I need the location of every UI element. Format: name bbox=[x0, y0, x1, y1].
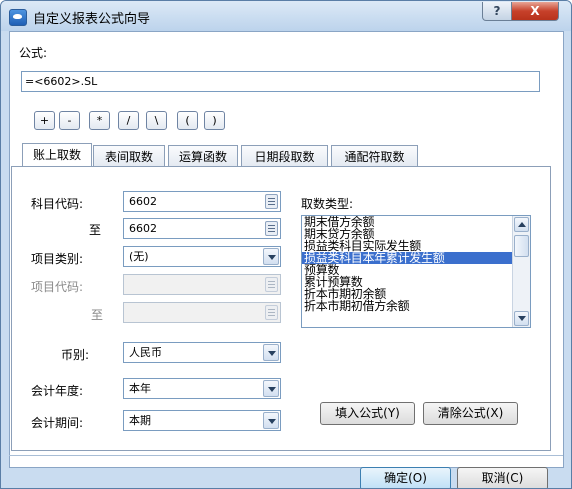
subject-code-lookup-icon[interactable] bbox=[265, 194, 278, 209]
subject-code-label: 科目代码: bbox=[31, 197, 84, 211]
subject-code-field[interactable]: 6602 bbox=[123, 191, 281, 212]
item-code-to-lookup-icon bbox=[265, 305, 278, 320]
fiscal-year-select[interactable]: 本年 bbox=[123, 378, 281, 399]
operator-plus-button[interactable]: + bbox=[34, 111, 55, 130]
operator-backslash-button[interactable]: \ bbox=[146, 111, 167, 130]
item-code-lookup-icon bbox=[265, 277, 278, 292]
formula-wizard-dialog: 自定义报表公式向导 ? X 公式: =<6602>.SL + - * / \ (… bbox=[0, 0, 572, 489]
scroll-up-icon[interactable] bbox=[514, 217, 529, 232]
subject-code-to-lookup-icon[interactable] bbox=[265, 221, 278, 236]
fetch-type-scrollbar[interactable] bbox=[512, 216, 530, 327]
tab-account-fetch[interactable]: 账上取数 bbox=[22, 143, 92, 168]
operator-close-paren-button[interactable]: ) bbox=[204, 111, 225, 130]
fiscal-year-value: 本年 bbox=[129, 382, 151, 395]
currency-value: 人民币 bbox=[129, 346, 162, 359]
chevron-down-icon[interactable] bbox=[263, 380, 279, 397]
tab-operation-functions[interactable]: 运算函数 bbox=[168, 145, 238, 167]
tab-inter-table-fetch[interactable]: 表间取数 bbox=[93, 145, 165, 167]
tab-wildcard-fetch[interactable]: 通配符取数 bbox=[331, 145, 418, 167]
item-code-field bbox=[123, 274, 281, 295]
fiscal-year-label: 会计年度: bbox=[31, 384, 84, 398]
clear-formula-button[interactable]: 清除公式(X) bbox=[423, 402, 518, 425]
footer-divider bbox=[9, 455, 563, 456]
scroll-down-icon[interactable] bbox=[514, 311, 529, 326]
currency-select[interactable]: 人民币 bbox=[123, 342, 281, 363]
app-icon bbox=[9, 9, 27, 26]
fill-formula-button[interactable]: 填入公式(Y) bbox=[320, 402, 415, 425]
help-button[interactable]: ? bbox=[482, 2, 512, 21]
currency-label: 币别: bbox=[61, 348, 90, 362]
window-title: 自定义报表公式向导 bbox=[33, 12, 151, 27]
subject-code-to-field[interactable]: 6602 bbox=[123, 218, 281, 239]
subject-code-to-label: 至 bbox=[89, 223, 102, 237]
title-bar: 自定义报表公式向导 ? X bbox=[1, 1, 571, 31]
operator-multiply-button[interactable]: * bbox=[89, 111, 110, 130]
item-code-label: 项目代码: bbox=[31, 280, 84, 294]
operator-divide-button[interactable]: / bbox=[118, 111, 139, 130]
formula-input[interactable]: =<6602>.SL bbox=[21, 71, 540, 92]
operator-minus-button[interactable]: - bbox=[59, 111, 80, 130]
tab-date-range-fetch[interactable]: 日期段取数 bbox=[241, 145, 328, 167]
item-type-select[interactable]: (无) bbox=[123, 246, 281, 267]
formula-label: 公式: bbox=[19, 46, 48, 60]
chevron-down-icon[interactable] bbox=[263, 248, 279, 265]
fetch-type-label: 取数类型: bbox=[301, 197, 354, 211]
subject-code-value: 6602 bbox=[129, 195, 157, 208]
chevron-down-icon[interactable] bbox=[263, 412, 279, 429]
fetch-type-list[interactable]: 期末借方余额 期末贷方余额 损益类科目实际发生额 损益类科目本年累计发生额 预算… bbox=[301, 215, 531, 328]
operator-open-paren-button[interactable]: ( bbox=[177, 111, 198, 130]
subject-code-to-value: 6602 bbox=[129, 222, 157, 235]
fiscal-period-label: 会计期间: bbox=[31, 416, 84, 430]
fiscal-period-value: 本期 bbox=[129, 414, 151, 427]
cancel-button[interactable]: 取消(C) bbox=[457, 467, 548, 488]
item-code-to-label: 至 bbox=[91, 308, 104, 322]
scroll-thumb[interactable] bbox=[514, 235, 529, 257]
ok-button[interactable]: 确定(O) bbox=[360, 467, 451, 488]
item-type-value: (无) bbox=[129, 250, 149, 263]
list-item[interactable]: 折本市期初借方余额 bbox=[302, 300, 530, 312]
item-type-label: 项目类别: bbox=[31, 252, 84, 266]
fiscal-period-select[interactable]: 本期 bbox=[123, 410, 281, 431]
chevron-down-icon[interactable] bbox=[263, 344, 279, 361]
item-code-to-field bbox=[123, 302, 281, 323]
close-button[interactable]: X bbox=[511, 2, 559, 21]
